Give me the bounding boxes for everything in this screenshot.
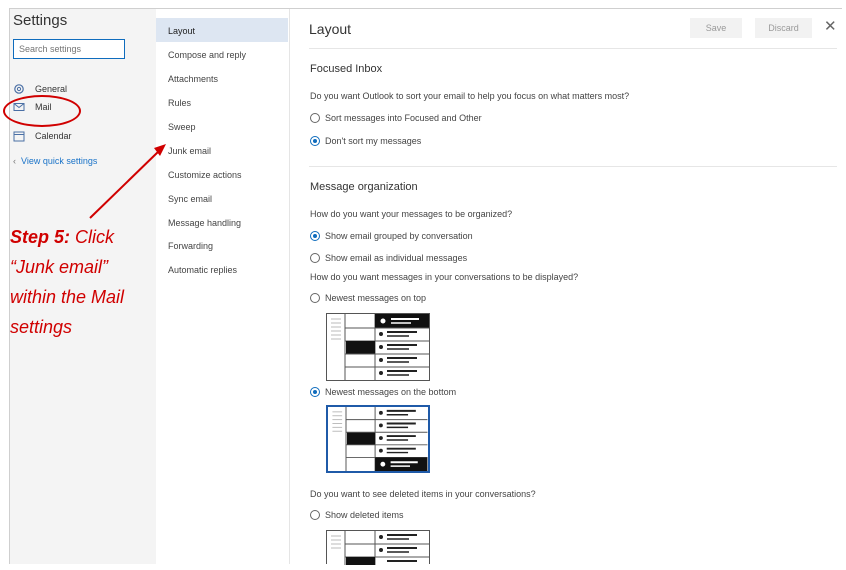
chevron-left-icon: ‹ [13, 156, 16, 166]
focused-inbox-question: Do you want Outlook to sort your email t… [310, 91, 630, 101]
organization-question: How do you want your messages to be orga… [310, 209, 513, 219]
sidebar-item-label: Calendar [35, 131, 72, 141]
gear-icon [13, 83, 25, 95]
radio-show-deleted-items[interactable]: Show deleted items [310, 510, 404, 520]
calendar-icon [13, 130, 25, 142]
close-icon[interactable]: ✕ [824, 19, 837, 35]
layout-preview-image [327, 531, 429, 565]
layout-preview-image [327, 314, 429, 380]
preview-newest-on-top[interactable] [326, 313, 430, 381]
save-button[interactable]: Save [690, 18, 742, 38]
view-quick-settings-link[interactable]: ‹ View quick settings [13, 156, 97, 166]
sidebar-item-label: General [35, 84, 68, 94]
header-divider [309, 48, 837, 49]
divider [289, 9, 290, 564]
radio-circle [310, 293, 320, 303]
preview-newest-on-bottom[interactable] [326, 405, 430, 473]
discard-button[interactable]: Discard [755, 18, 812, 38]
settings-title: Settings [13, 12, 68, 29]
radio-circle [310, 253, 320, 263]
search-settings-input[interactable] [13, 39, 125, 59]
section-divider [309, 166, 837, 167]
menu-item-automatic-replies[interactable]: Automatic replies [168, 265, 237, 275]
focused-inbox-title: Focused Inbox [310, 63, 383, 75]
page-title: Layout [309, 21, 352, 37]
step-line4: settings [10, 317, 73, 337]
deleted-items-question: Do you want to see deleted items in your… [310, 489, 536, 499]
menu-item-compose-and-reply[interactable]: Compose and reply [168, 50, 246, 60]
message-organization-title: Message organization [310, 181, 418, 193]
menu-item-junk-email[interactable]: Junk email [168, 146, 211, 156]
menu-item-attachments[interactable]: Attachments [168, 74, 218, 84]
radio-dont-sort[interactable]: Don't sort my messages [310, 136, 421, 146]
layout-preview-image [328, 407, 428, 471]
sidebar-item-general[interactable]: General [13, 83, 67, 95]
display-question: How do you want messages in your convers… [310, 272, 579, 282]
radio-circle [310, 510, 320, 520]
mail-settings-menu [156, 9, 289, 564]
menu-item-message-handling[interactable]: Message handling [168, 218, 241, 228]
radio-newest-on-top[interactable]: Newest messages on top [310, 293, 426, 303]
menu-item-sync-email[interactable]: Sync email [168, 194, 212, 204]
sidebar-item-calendar[interactable]: Calendar [13, 130, 72, 142]
radio-circle [310, 387, 320, 397]
menu-item-layout[interactable]: Layout [168, 26, 195, 36]
menu-item-customize-actions[interactable]: Customize actions [168, 170, 242, 180]
radio-circle [310, 231, 320, 241]
radio-circle [310, 113, 320, 123]
menu-item-sweep[interactable]: Sweep [168, 122, 196, 132]
step-line1: Click [70, 227, 115, 247]
sidebar-item-label: Mail [35, 102, 52, 112]
radio-individual-messages[interactable]: Show email as individual messages [310, 253, 467, 263]
radio-circle [310, 136, 320, 146]
radio-newest-on-bottom[interactable]: Newest messages on the bottom [310, 387, 456, 397]
step-annotation: Step 5: Click “Junk email” within the Ma… [10, 222, 124, 342]
mail-icon [13, 101, 25, 113]
radio-grouped-conversation[interactable]: Show email grouped by conversation [310, 231, 473, 241]
step-label: Step 5: [10, 227, 71, 247]
step-line2: “Junk email” [10, 257, 109, 277]
menu-item-rules[interactable]: Rules [168, 98, 191, 108]
step-line3: within the Mail [10, 287, 125, 307]
radio-sort-focused[interactable]: Sort messages into Focused and Other [310, 113, 482, 123]
preview-deleted-items[interactable] [326, 530, 430, 565]
menu-item-forwarding[interactable]: Forwarding [168, 241, 213, 251]
